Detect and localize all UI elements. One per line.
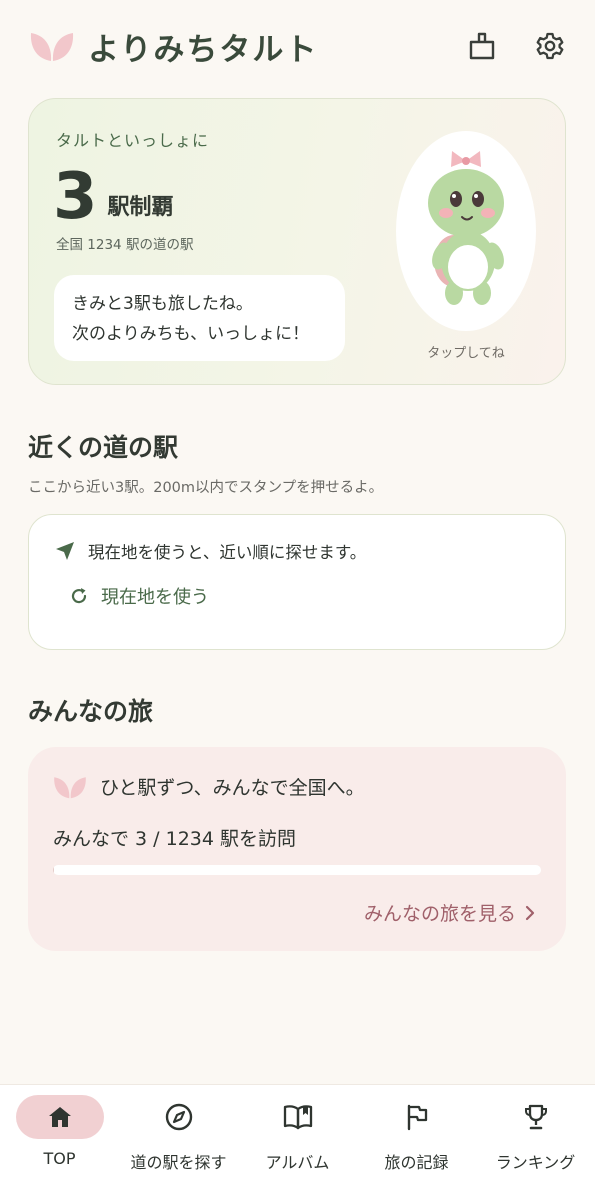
station-count-number: 3 xyxy=(53,160,98,234)
share-icon xyxy=(469,32,495,60)
app-header: よりみちタルト xyxy=(28,24,567,68)
nav-icon-wrap xyxy=(254,1095,342,1139)
nav-label-search: 道の駅を探す xyxy=(130,1153,227,1172)
nav-label-ranking: ランキング xyxy=(495,1153,576,1172)
location-hint-text: 現在地を使うと、近い順に探せます。 xyxy=(88,543,367,562)
leaf-logo-icon xyxy=(54,776,86,798)
bubble-line-2: 次のよりみちも、いっしょに！ xyxy=(72,324,310,344)
app-title: よりみちタルト xyxy=(88,31,319,68)
nearby-section-desc: ここから近い3駅。200m以内でスタンプを押せるよ。 xyxy=(28,480,384,496)
mascot-tap-hint: タップしてね xyxy=(427,346,505,361)
header-actions xyxy=(465,29,567,63)
nearby-section-title: 近くの道の駅 xyxy=(28,433,179,462)
nav-label-records: 旅の記録 xyxy=(384,1153,449,1172)
nav-icon-wrap xyxy=(373,1095,461,1139)
bubble-line-1: きみと3駅も旅したね。 xyxy=(72,294,253,314)
everyone-headline: ひと駅ずつ、みんなで全国へ。 xyxy=(52,773,365,800)
home-screen: よりみちタルト タルトといっしょに 3 駅制覇 全国 1234 駅の道の駅 きみ… xyxy=(0,0,595,1199)
trophy-icon xyxy=(524,1104,547,1130)
hero-eyebrow: タルトといっしょに xyxy=(56,131,210,150)
use-location-label: 現在地を使う xyxy=(101,587,209,608)
turtle-mascot-icon xyxy=(428,151,504,305)
compass-icon xyxy=(165,1103,192,1131)
use-location-button[interactable]: 現在地を使う xyxy=(69,583,209,609)
navigation-arrow-icon xyxy=(56,542,74,560)
chevron-right-icon xyxy=(525,905,535,920)
settings-button[interactable] xyxy=(533,29,567,63)
nav-active-pill xyxy=(15,1095,104,1139)
leaf-logo-icon xyxy=(30,33,74,61)
hero-subtitle: 全国 1234 駅の道の駅 xyxy=(56,237,194,253)
mascot-button[interactable] xyxy=(396,131,536,331)
speech-bubble: きみと3駅も旅したね。 次のよりみちも、いっしょに！ xyxy=(54,275,345,361)
everyone-progress-fill xyxy=(53,865,55,875)
everyone-progress-bar xyxy=(53,865,541,875)
nav-item-top[interactable]: TOP xyxy=(0,1095,119,1168)
station-count-unit: 駅制覇 xyxy=(107,195,174,220)
location-hint: 現在地を使うと、近い順に探せます。 xyxy=(54,539,366,563)
nearby-card: 現在地を使うと、近い順に探せます。 現在地を使う xyxy=(28,514,566,650)
nav-item-records[interactable]: 旅の記録 xyxy=(357,1095,476,1173)
nav-label-album: アルバム xyxy=(265,1153,330,1172)
bottom-navigation: TOP 道の駅を探す アルバム 旅の記録 ランキング xyxy=(0,1084,595,1199)
flag-icon xyxy=(407,1104,427,1131)
book-icon xyxy=(283,1105,312,1130)
refresh-icon xyxy=(71,588,87,604)
nav-icon-wrap xyxy=(492,1095,580,1139)
nav-label-top: TOP xyxy=(43,1149,76,1168)
view-everyone-link[interactable]: みんなの旅を見る xyxy=(364,899,536,926)
nav-item-search[interactable]: 道の駅を探す xyxy=(119,1095,238,1173)
station-count: 3 駅制覇 xyxy=(53,161,174,233)
everyone-progress-text: みんなで 3 / 1234 駅を訪問 xyxy=(53,828,297,850)
everyone-headline-text: ひと駅ずつ、みんなで全国へ。 xyxy=(100,777,365,799)
nav-item-album[interactable]: アルバム xyxy=(238,1095,357,1173)
share-button[interactable] xyxy=(465,29,499,63)
everyone-card: ひと駅ずつ、みんなで全国へ。 みんなで 3 / 1234 駅を訪問 みんなの旅を… xyxy=(28,747,566,951)
nav-icon-wrap xyxy=(135,1095,223,1139)
everyone-section-title: みんなの旅 xyxy=(28,697,154,726)
progress-hero-card: タルトといっしょに 3 駅制覇 全国 1234 駅の道の駅 きみと3駅も旅したね… xyxy=(28,98,566,385)
nav-item-ranking[interactable]: ランキング xyxy=(476,1095,595,1173)
view-everyone-label: みんなの旅を見る xyxy=(363,903,516,925)
gear-icon xyxy=(536,32,564,60)
home-icon xyxy=(48,1107,71,1127)
